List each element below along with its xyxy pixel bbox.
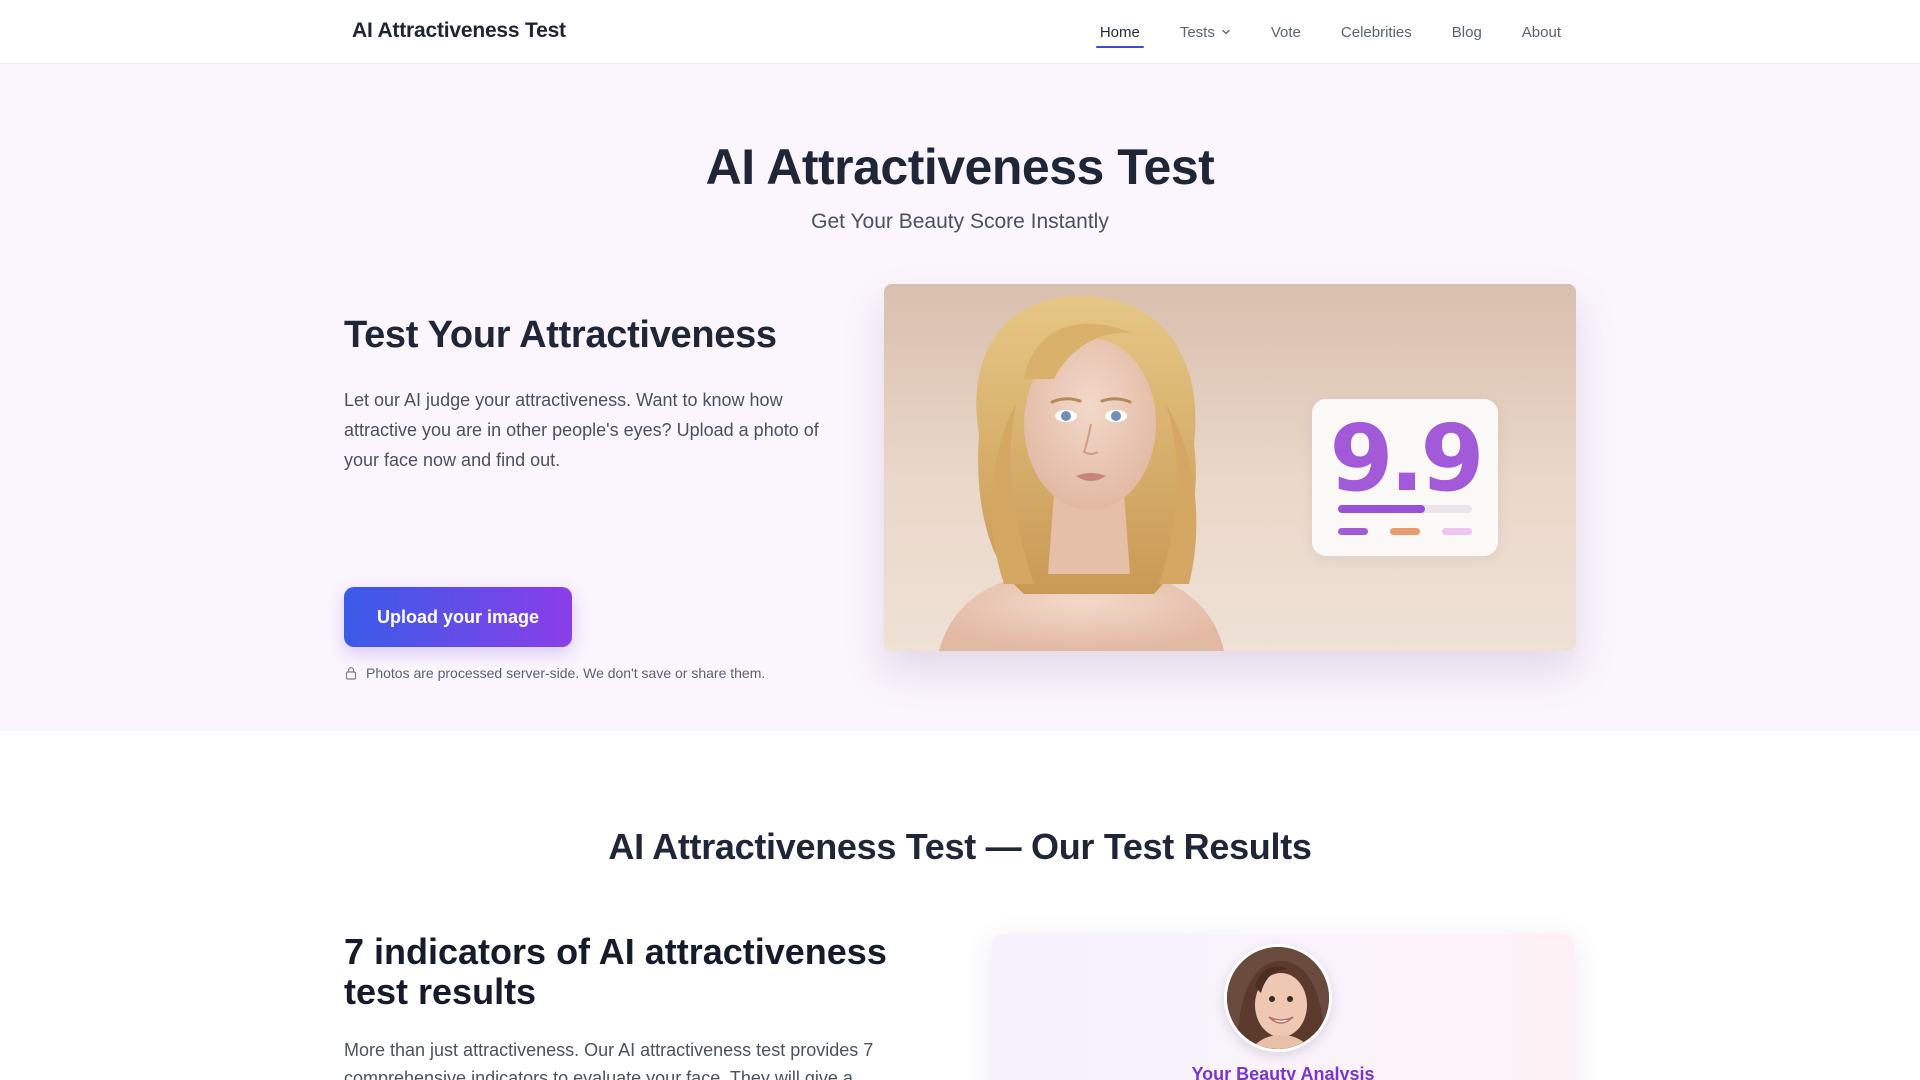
nav-item-blog[interactable]: Blog (1448, 20, 1486, 45)
nav-item-label: Vote (1270, 23, 1301, 41)
hero-subtitle: Get Your Beauty Score Instantly (811, 210, 1109, 233)
score-value: 9.9 (1329, 405, 1485, 512)
nav-item-label: Home (1099, 23, 1140, 41)
nav-item-about[interactable]: About (1518, 20, 1565, 45)
hero-intro: Test Your Attractiveness Let our AI judg… (344, 314, 824, 681)
lock-icon (345, 667, 357, 680)
hero-heading: Test Your Attractiveness (344, 314, 777, 356)
analysis-card-title: Your Beauty Analysis (1191, 1064, 1375, 1080)
hero-section: AI Attractiveness Test Get Your Beauty S… (0, 64, 1920, 731)
indicators-heading: 7 indicators of AI attractiveness test r… (344, 931, 887, 1012)
score-indicator-pill (1338, 528, 1368, 535)
nav-item-label: Blog (1451, 23, 1482, 41)
beauty-analysis-card: Your Beauty Analysis (992, 934, 1574, 1080)
score-indicator-pill (1442, 528, 1472, 535)
nav-item-label: Celebrities (1340, 23, 1412, 41)
score-progress-track (1338, 505, 1472, 513)
privacy-note: Photos are processed server-side. We don… (344, 665, 864, 681)
nav-item-celebrities[interactable]: Celebrities (1337, 20, 1416, 45)
hero-description: Let our AI judge your attractiveness. Wa… (344, 390, 819, 470)
brand-logo-text[interactable]: AI Attractiveness Test (352, 19, 566, 43)
privacy-note-text: Photos are processed server-side. We don… (366, 665, 766, 681)
score-progress-fill (1338, 505, 1426, 513)
chevron-down-icon (1222, 29, 1230, 35)
top-navbar: AI Attractiveness Test Home Tests Vote C… (0, 0, 1920, 64)
avatar (1224, 944, 1332, 1052)
nav-item-label: Tests (1179, 23, 1215, 41)
nav-item-tests[interactable]: Tests (1176, 20, 1235, 45)
results-section-title: AI Attractiveness Test — Our Test Result… (608, 826, 1312, 867)
upload-image-button[interactable]: Upload your image (344, 587, 572, 647)
nav-item-vote[interactable]: Vote (1267, 20, 1305, 45)
nav-item-label: About (1521, 23, 1561, 41)
smiling-woman-avatar-illustration (1227, 947, 1329, 1049)
score-indicator-pill (1390, 528, 1420, 535)
nav-item-home[interactable]: Home (1095, 20, 1144, 48)
indicators-description: More than just attractiveness. Our AI at… (344, 1040, 874, 1080)
hero-sample-image: 9.9 (884, 284, 1576, 651)
nav-links: Home Tests Vote Celebrities Blog About (1095, 0, 1565, 64)
score-card: 9.9 (1312, 399, 1498, 556)
hero-title: AI Attractiveness Test (705, 139, 1215, 195)
